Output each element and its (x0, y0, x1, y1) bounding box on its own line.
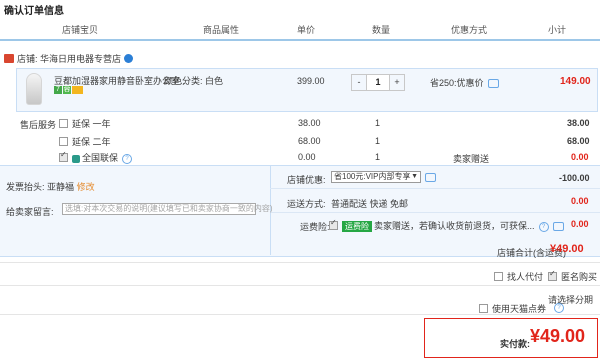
divider (0, 262, 600, 263)
proxy-pay-option[interactable]: 找人代付 (494, 270, 543, 283)
pay-amount: ¥49.00 (530, 326, 586, 346)
freight-insurance-text: 卖家赠送，若确认收货前退货，可获保... (374, 221, 535, 231)
coupon-info[interactable] (425, 172, 436, 183)
proxy-pay-label: 找人代付 (507, 272, 544, 282)
message-icon[interactable] (487, 79, 499, 89)
chat-icon[interactable] (124, 54, 134, 63)
invoice-icon (72, 86, 83, 94)
option-label: 全国联保 (82, 153, 119, 163)
checkbox[interactable] (59, 137, 68, 147)
option-label: 延保 二年 (72, 137, 111, 147)
after-sales-option[interactable]: 全国联保? (59, 150, 133, 164)
discount-info: 省250:优惠价 (430, 76, 499, 89)
store-total-value: ¥49.00 (550, 243, 584, 255)
warranty-icon (72, 154, 80, 163)
after-sales-label: 售后服务 (20, 120, 57, 130)
checkbox-checked[interactable] (329, 218, 338, 231)
invoice-row: 发票抬头: 亚静福 修改 (6, 180, 95, 193)
pay-label: 实付款: (500, 339, 530, 349)
column-header: 小计 (548, 25, 567, 35)
column-header: 数量 (372, 25, 391, 35)
divider (0, 285, 600, 286)
divider (270, 188, 600, 189)
help-icon[interactable]: ? (538, 221, 549, 232)
store-coupon-label: 店铺优惠: (287, 175, 326, 185)
option-qty: 1 (375, 152, 381, 162)
product-attribute: 颜色分类: 白色 (164, 76, 224, 86)
shop-icon (4, 54, 14, 63)
checkbox[interactable] (494, 272, 503, 282)
shipping-amount: 0.00 (571, 196, 589, 206)
divider (0, 314, 600, 315)
option-subtotal: 38.00 (567, 118, 590, 128)
info-icon[interactable]: ? (554, 302, 564, 313)
invoice-edit-link[interactable]: 修改 (77, 182, 95, 192)
option-subtotal: 68.00 (567, 136, 590, 146)
message-icon[interactable] (552, 222, 564, 232)
help-icon[interactable]: ? (554, 302, 564, 313)
increase-button[interactable]: + (390, 75, 404, 90)
table-header: 店铺宝贝 商品属性 单价 数量 优惠方式 小计 (0, 17, 600, 41)
checkbox[interactable] (479, 304, 488, 314)
help-icon[interactable]: ? (122, 153, 133, 164)
after-sales-option[interactable]: 延保 一年 (59, 117, 111, 130)
item-subtotal: 149.00 (560, 76, 591, 87)
column-header: 单价 (297, 25, 316, 35)
after-sales-option[interactable]: 延保 二年 (59, 135, 111, 148)
message-label: 给卖家留言: (6, 207, 54, 217)
option-price: 68.00 (298, 136, 321, 146)
invoice-value: 亚静福 (47, 182, 75, 192)
checkbox-checked[interactable] (59, 150, 68, 163)
option-subtotal: 0.00 (571, 152, 589, 162)
freight-insurance-label: 运费险: (300, 222, 330, 232)
tmall-coupon-label: 使用天猫点券 (492, 304, 547, 314)
service-badges: 7 蓉 (54, 86, 83, 94)
freight-insurance[interactable]: 运费险卖家赠送，若确认收货前退货，可获保...? (329, 218, 564, 232)
anonymous-option[interactable]: 匿名购买 (548, 269, 598, 283)
page-title: 确认订单信息 (4, 6, 64, 17)
decrease-button[interactable]: - (352, 75, 366, 90)
store-coupon-select[interactable]: 省100元:VIP内部专享 (331, 171, 421, 183)
store-coupon-amount: -100.00 (559, 173, 590, 183)
invoice-label: 发票抬头: (6, 182, 45, 192)
divider (270, 212, 600, 213)
anonymous-label: 匿名购买 (561, 272, 598, 282)
option-price: 0.00 (298, 152, 316, 162)
column-header: 店铺宝贝 (62, 25, 99, 35)
checkbox-checked[interactable] (548, 269, 557, 282)
option-price: 38.00 (298, 118, 321, 128)
shop-bar: 店铺: 华海日用电器专营店 (4, 52, 134, 65)
column-header: 优惠方式 (451, 25, 488, 35)
guarantee-icon: 蓉 (63, 86, 71, 94)
freight-insurance-tag: 运费险 (342, 221, 372, 232)
unit-price: 399.00 (297, 76, 325, 86)
option-qty: 1 (375, 136, 381, 146)
checkbox[interactable] (59, 119, 68, 129)
option-label: 延保 一年 (72, 119, 111, 129)
quantity-stepper: - 1 + (351, 74, 405, 91)
freight-insurance-amount: 0.00 (571, 219, 589, 229)
column-header: 商品属性 (203, 25, 240, 35)
shop-name[interactable]: 店铺: 华海日用电器专营店 (17, 52, 121, 65)
message-input[interactable]: 选填:对本次交易的说明(建议填写已和卖家协商一致的内容) (62, 203, 273, 215)
seven-day-return-icon: 7 (54, 86, 62, 94)
shipping-value: 普通配送 快递 免邮 (331, 199, 409, 209)
product-thumbnail[interactable] (26, 73, 42, 105)
quantity-input[interactable]: 1 (366, 75, 390, 90)
discount-text: 省250:优惠价 (430, 78, 484, 88)
option-note: 卖家赠送 (453, 154, 490, 164)
message-icon[interactable] (425, 173, 436, 183)
shipping-label: 运送方式: (287, 199, 326, 209)
option-qty: 1 (375, 118, 381, 128)
